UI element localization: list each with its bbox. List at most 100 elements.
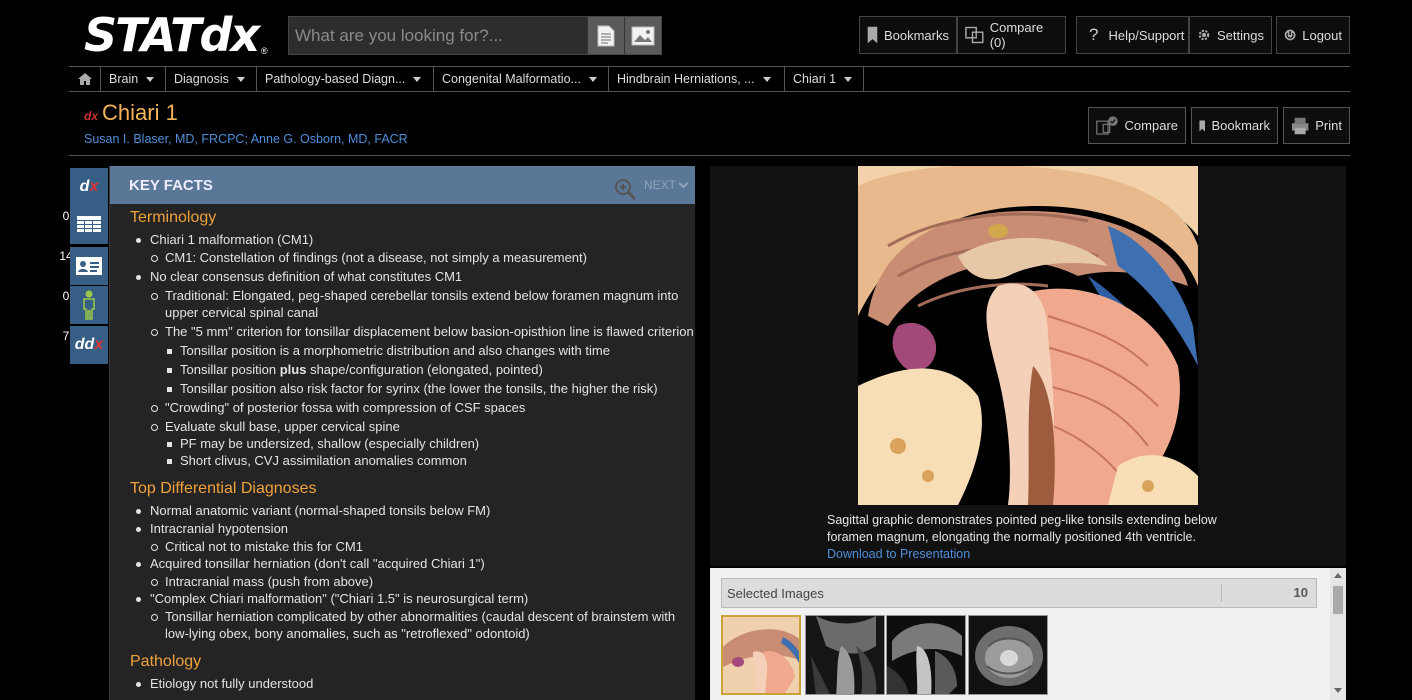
- print-label: Print: [1315, 118, 1342, 133]
- rail-table-button[interactable]: [70, 206, 108, 244]
- list-item: Etiology not fully understood: [130, 675, 695, 692]
- selected-images-label: Selected Images: [727, 585, 824, 601]
- scroll-up-icon[interactable]: [1334, 573, 1342, 578]
- printer-icon: [1291, 117, 1309, 134]
- caret-down-icon: [588, 76, 597, 82]
- page-title: Chiari 1: [102, 100, 178, 125]
- list-item: Intracranial mass (push from above): [130, 573, 695, 590]
- caret-down-icon: [413, 76, 422, 82]
- list-item: Critical not to mistake this for CM1: [130, 538, 695, 555]
- print-button[interactable]: Print: [1283, 107, 1350, 144]
- search-images-button[interactable]: [624, 17, 661, 54]
- rail-person-button[interactable]: [70, 286, 108, 324]
- zoom-in-icon[interactable]: [614, 178, 638, 200]
- section-heading: Terminology: [130, 209, 217, 226]
- section-pathology: Pathology Etiology not fully understood: [130, 653, 695, 692]
- bookmark-icon: [867, 26, 878, 44]
- breadcrumb-congenital[interactable]: Congenital Malformatio...: [434, 67, 609, 91]
- breadcrumb-brain[interactable]: Brain: [101, 67, 166, 91]
- bookmarks-label: Bookmarks: [883, 27, 949, 43]
- key-facts-panel: KEY FACTS NEXT Terminology Chiari 1 malf…: [109, 166, 695, 700]
- sagittal-brain-illustration[interactable]: [858, 166, 1198, 505]
- brain-illustration-graphic: [858, 166, 1198, 505]
- list-item: Tonsillar herniation complicated by othe…: [130, 608, 695, 642]
- breadcrumb-chiari[interactable]: Chiari 1: [785, 67, 864, 91]
- section-heading: Top Differential Diagnoses: [130, 480, 317, 497]
- document-header: dx Chiari 1 Susan I. Blaser, MD, FRCPC; …: [84, 100, 408, 146]
- search-text-button[interactable]: [587, 17, 624, 54]
- compare-label: Compare (0): [989, 20, 1044, 50]
- image-icon: [631, 26, 655, 45]
- scroll-down-icon[interactable]: [1334, 688, 1342, 693]
- compare-document-label: Compare: [1124, 118, 1178, 133]
- rail-dx-button[interactable]: dx: [70, 168, 108, 206]
- compare-check-icon: [1096, 115, 1118, 135]
- rail-ddx-button[interactable]: ddx: [70, 326, 108, 364]
- settings-label: Settings: [1217, 27, 1264, 43]
- thumbnail-image[interactable]: [721, 615, 801, 695]
- list-item: Intracranial hypotension: [130, 520, 695, 537]
- list-item: PF may be undersized, shallow (especiall…: [130, 435, 695, 452]
- thumbnail-image[interactable]: [968, 615, 1048, 695]
- compare-document-button[interactable]: Compare: [1088, 107, 1186, 144]
- question-icon: ?: [1089, 25, 1099, 44]
- home-icon: [77, 73, 92, 85]
- list-item: Traditional: Elongated, peg-shaped cereb…: [130, 287, 695, 321]
- logout-button[interactable]: Logout: [1276, 16, 1350, 54]
- breadcrumb-diagnosis[interactable]: Diagnosis: [166, 67, 257, 91]
- list-item: The "5 mm" criterion for tonsillar displ…: [130, 323, 695, 340]
- list-item: Acquired tonsillar herniation (don't cal…: [130, 555, 695, 572]
- list-item: Evaluate skull base, upper cervical spin…: [130, 418, 695, 435]
- gear-icon: [1198, 29, 1210, 41]
- search-input[interactable]: [289, 17, 587, 54]
- caption-text: Sagittal graphic demonstrates pointed pe…: [827, 513, 1217, 544]
- scroll-thumb[interactable]: [1333, 586, 1343, 614]
- selected-images-count: 10: [1221, 584, 1316, 602]
- next-section-button[interactable]: NEXT: [643, 178, 689, 192]
- document-icon: [597, 25, 615, 46]
- help-support-button[interactable]: ? Help/Support: [1076, 16, 1189, 54]
- thumbnail-image[interactable]: [886, 615, 966, 695]
- caret-down-icon: [762, 76, 771, 82]
- download-to-presentation-link[interactable]: Download to Presentation: [827, 546, 1237, 563]
- ddx-icon: ddx: [74, 336, 104, 353]
- section-heading: Pathology: [130, 653, 202, 670]
- bookmarks-button[interactable]: Bookmarks: [859, 16, 957, 54]
- list-item: No clear consensus definition of what co…: [130, 268, 695, 285]
- caret-down-icon: [146, 76, 155, 82]
- settings-button[interactable]: Settings: [1189, 16, 1272, 54]
- table-icon: [77, 216, 101, 232]
- rail-card-button[interactable]: [70, 247, 108, 285]
- list-item: CM1: Constellation of findings (not a di…: [130, 249, 695, 266]
- key-facts-title: KEY FACTS: [129, 176, 213, 194]
- selected-images-bar: Selected Images 10: [721, 578, 1317, 608]
- list-item: "Crowding" of posterior fossa with compr…: [130, 399, 695, 416]
- thumbnail-image[interactable]: [805, 615, 885, 695]
- breadcrumb-pathology[interactable]: Pathology-based Diagn...: [257, 67, 434, 91]
- bookmark-icon: [1199, 119, 1206, 132]
- selected-images-scrollbar[interactable]: [1330, 568, 1346, 700]
- bookmark-document-button[interactable]: Bookmark: [1191, 107, 1278, 144]
- dx-icon: dx: [79, 178, 99, 195]
- list-item: Tonsillar position plus shape/configurat…: [130, 361, 695, 378]
- logo-registered-mark: ®: [261, 46, 268, 56]
- thumbnail-graphic: [969, 616, 1047, 694]
- compare-icon: [965, 26, 984, 44]
- figure-caption: Sagittal graphic demonstrates pointed pe…: [827, 512, 1237, 563]
- id-card-icon: [76, 257, 102, 275]
- divider: [69, 155, 1350, 156]
- list-item: Tonsillar position also risk factor for …: [130, 380, 695, 397]
- thumbnail-graphic: [723, 617, 799, 693]
- list-item: Normal anatomic variant (normal-shaped t…: [130, 502, 695, 519]
- next-label: NEXT: [643, 178, 676, 192]
- compare-button[interactable]: Compare (0): [957, 16, 1066, 54]
- list-item: Tonsillar position is a morphometric dis…: [130, 342, 695, 359]
- thumbnail-graphic: [887, 616, 965, 694]
- breadcrumb-hindbrain[interactable]: Hindbrain Herniations, ...: [609, 67, 785, 91]
- bookmark-document-label: Bookmark: [1211, 118, 1270, 133]
- statdx-logo[interactable]: STATdx ®: [84, 8, 274, 62]
- authors-link[interactable]: Susan I. Blaser, MD, FRCPC; Anne G. Osbo…: [84, 132, 408, 146]
- logo-text: STATdx: [84, 8, 260, 62]
- power-icon: [1284, 29, 1296, 41]
- home-button[interactable]: [69, 67, 101, 91]
